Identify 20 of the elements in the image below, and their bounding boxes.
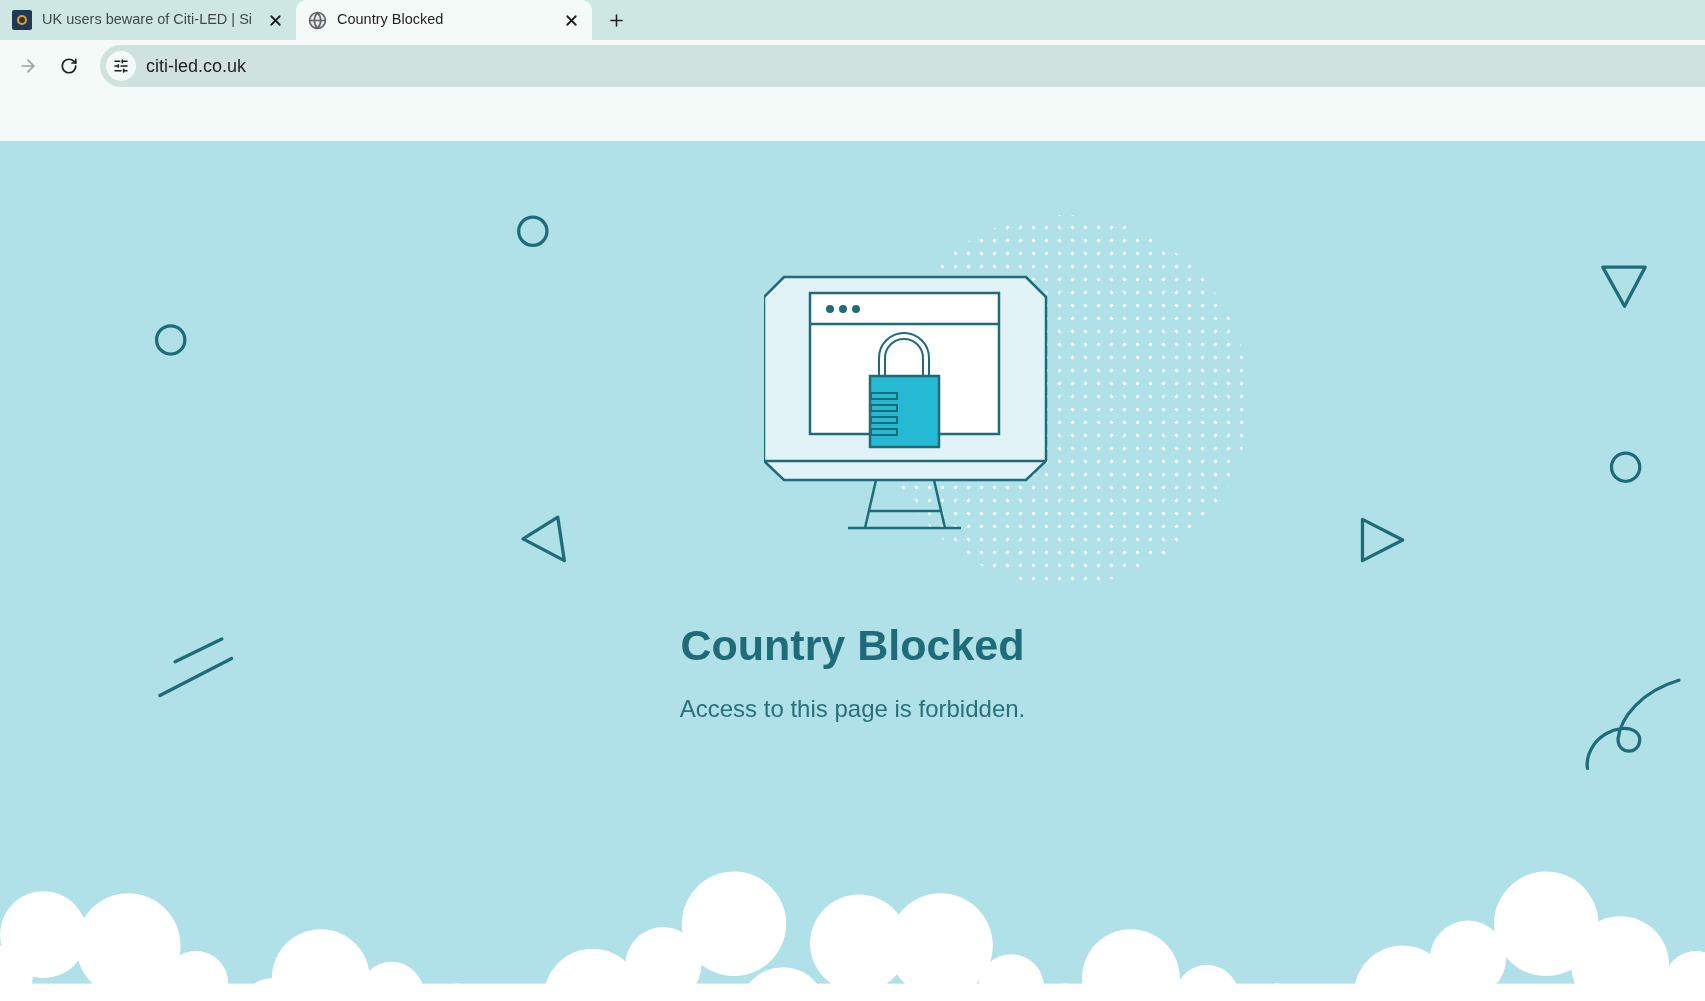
browser-tab[interactable]: Country Blocked [296,0,592,40]
page-message: Access to this page is forbidden. [679,694,1026,724]
site-settings-icon[interactable] [106,51,136,81]
site-logo-icon [12,10,32,30]
address-bar[interactable]: citi-led.co.uk [100,45,1705,87]
tab-title: UK users beware of Citi-LED | Si [42,10,254,30]
circle-outline-icon [1609,451,1642,483]
triangle-outline-icon [521,515,566,563]
triangle-outline-icon [1601,265,1647,308]
triangle-outline-icon [1360,517,1405,563]
reload-icon[interactable] [60,57,78,75]
circle-outline-icon [517,215,549,247]
double-line-icon [158,637,234,698]
tab-title: Country Blocked [337,10,445,30]
browser-tab[interactable]: UK users beware of Citi-LED | Si [0,0,296,40]
curl-line-icon [1585,678,1681,770]
page-heading: Country Blocked [680,620,1025,671]
url-text: citi-led.co.uk [146,54,247,78]
globe-icon [308,10,327,30]
circle-outline-icon [154,324,187,356]
